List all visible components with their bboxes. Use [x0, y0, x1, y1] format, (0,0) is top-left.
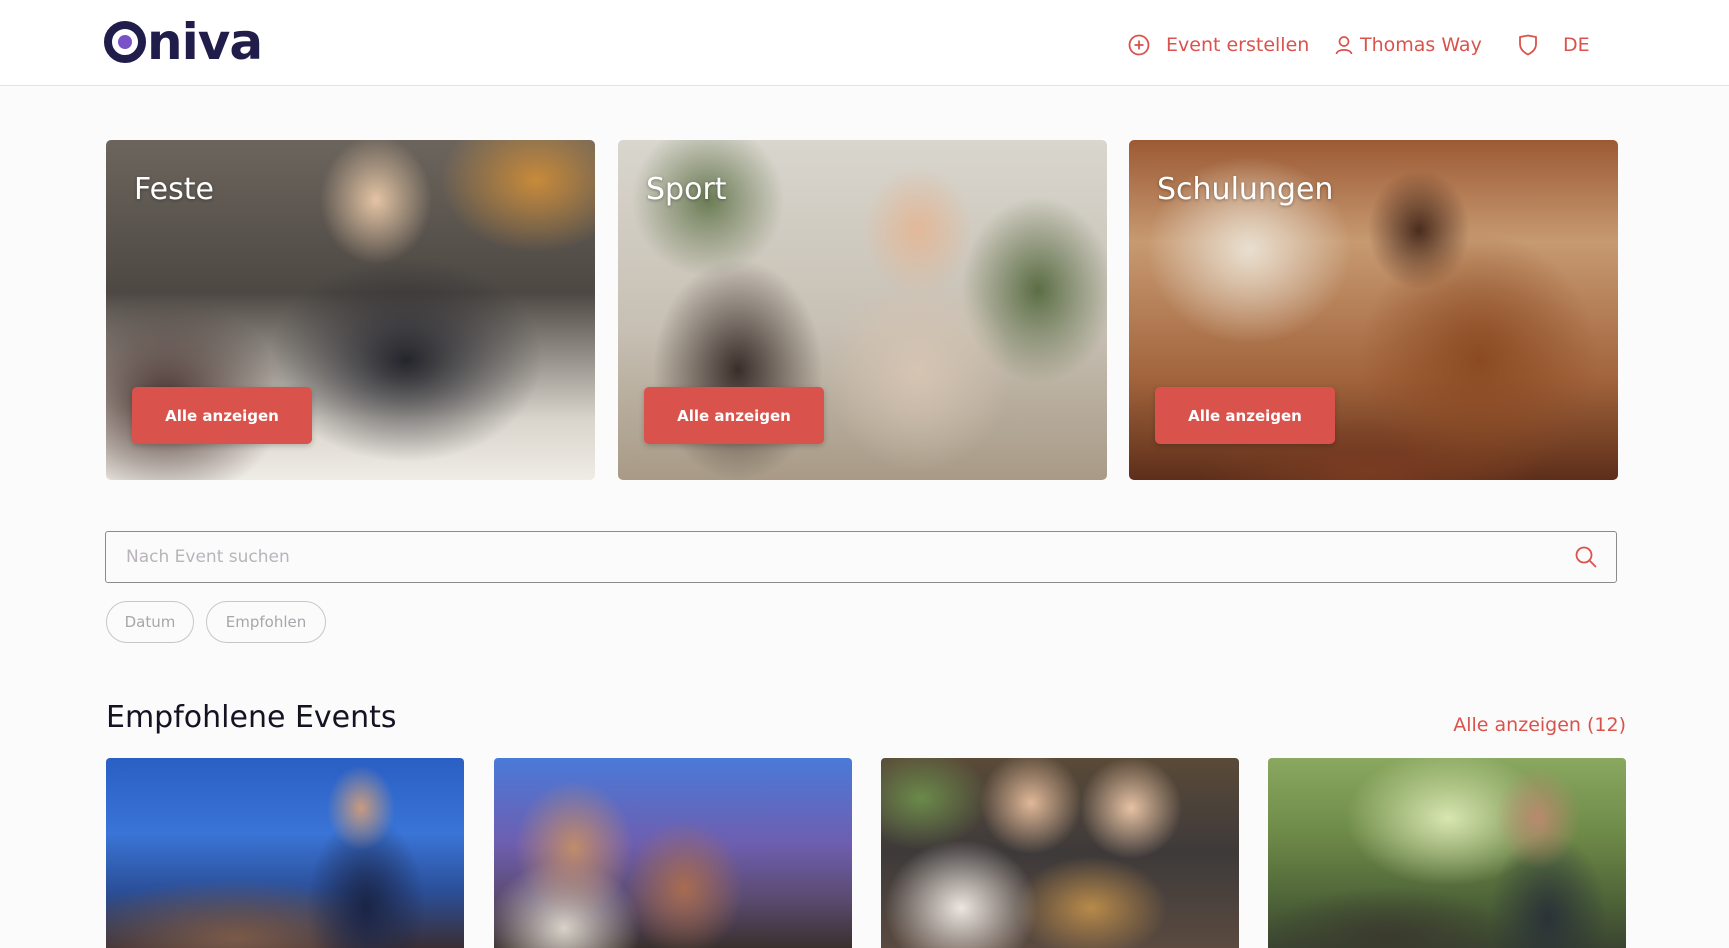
show-all-button[interactable]: Alle anzeigen [644, 387, 824, 444]
search-icon[interactable] [1574, 545, 1598, 569]
oniva-logo[interactable]: niva [104, 13, 263, 71]
event-search-bar [105, 531, 1617, 583]
logo-o-mark [104, 21, 146, 63]
create-event-label: Event erstellen [1166, 34, 1310, 56]
event-card-2[interactable] [494, 758, 852, 948]
filter-chip-date[interactable]: Datum [106, 601, 194, 643]
user-menu[interactable]: Thomas Way [1334, 30, 1482, 60]
show-all-button[interactable]: Alle anzeigen [1155, 387, 1335, 444]
event-card-3[interactable] [881, 758, 1239, 948]
admin-shield-button[interactable] [1518, 30, 1538, 60]
show-all-link[interactable]: Alle anzeigen (12) [1453, 714, 1626, 736]
category-title: Schulungen [1157, 172, 1334, 207]
language-label: DE [1563, 34, 1590, 56]
top-header: niva Event erstellen Thomas Way DE [0, 0, 1729, 86]
shield-icon [1519, 34, 1537, 56]
user-icon [1335, 36, 1353, 55]
category-card-schulungen[interactable]: Schulungen Alle anzeigen [1129, 140, 1618, 480]
create-event-link[interactable]: Event erstellen [1128, 30, 1309, 60]
language-switch[interactable]: DE [1563, 30, 1590, 60]
category-card-feste[interactable]: Feste Alle anzeigen [106, 140, 595, 480]
search-input[interactable] [126, 537, 1546, 577]
plus-circle-icon [1128, 34, 1150, 56]
category-card-sport[interactable]: Sport Alle anzeigen [618, 140, 1107, 480]
section-title: Empfohlene Events [106, 700, 397, 735]
category-title: Sport [646, 172, 727, 207]
user-name: Thomas Way [1360, 34, 1482, 56]
filter-chip-recommended[interactable]: Empfohlen [206, 601, 326, 643]
event-card-4[interactable] [1268, 758, 1626, 948]
show-all-button[interactable]: Alle anzeigen [132, 387, 312, 444]
logo-text: niva [147, 13, 263, 71]
category-title: Feste [134, 172, 214, 207]
event-card-1[interactable] [106, 758, 464, 948]
